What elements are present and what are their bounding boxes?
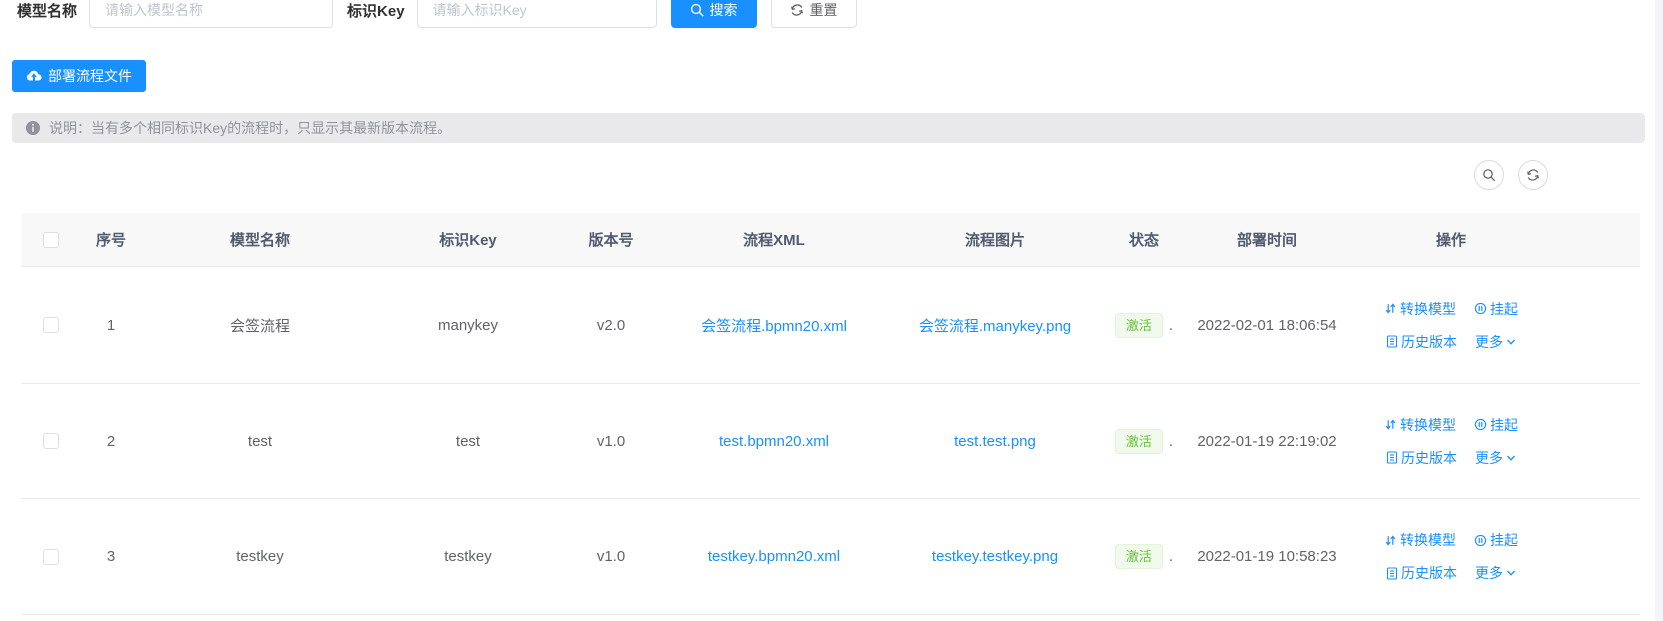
cell-deploy-time: 2022-01-19 22:19:02: [1182, 433, 1352, 450]
search-button-label: 搜索: [710, 0, 738, 20]
cell-version: v2.0: [558, 317, 664, 334]
key-input[interactable]: [417, 0, 657, 28]
more-dropdown-button[interactable]: 更多: [1475, 448, 1516, 468]
header-xml: 流程XML: [664, 229, 884, 250]
header-deploy-time: 部署时间: [1182, 229, 1352, 250]
more-dropdown-button[interactable]: 更多: [1475, 563, 1516, 583]
document-icon: [1386, 451, 1398, 464]
header-status: 状态: [1106, 229, 1182, 250]
cell-index: 1: [80, 317, 142, 334]
header-actions: 操作: [1352, 229, 1550, 250]
table-row: 1 会签流程 manykey v2.0 会签流程.bpmn20.xml 会签流程…: [21, 267, 1640, 384]
info-alert-text: 说明：当有多个相同标识Key的流程时，只显示其最新版本流程。: [49, 118, 451, 138]
cell-index: 2: [80, 433, 142, 450]
table-header-row: 序号 模型名称 标识Key 版本号 流程XML 流程图片 状态 部署时间 操作: [21, 213, 1640, 267]
document-icon: [1386, 335, 1398, 348]
page-scrollbar[interactable]: [1655, 0, 1663, 621]
xml-link[interactable]: testkey.bpmn20.xml: [708, 548, 840, 565]
history-versions-button[interactable]: 历史版本: [1386, 563, 1457, 583]
pause-circle-icon: [1474, 418, 1487, 431]
history-versions-button[interactable]: 历史版本: [1386, 332, 1457, 352]
table-row: 3 testkey testkey v1.0 testkey.bpmn20.xm…: [21, 499, 1640, 615]
suspend-button[interactable]: 挂起: [1474, 299, 1518, 319]
sort-arrows-icon: [1384, 302, 1397, 315]
cell-index: 3: [80, 548, 142, 565]
row-checkbox[interactable]: [43, 549, 59, 565]
more-dropdown-button[interactable]: 更多: [1475, 332, 1516, 352]
table-toolbar: [1474, 160, 1548, 190]
status-badge: 激活: [1115, 313, 1163, 338]
reset-button-label: 重置: [810, 0, 838, 20]
info-alert: 说明：当有多个相同标识Key的流程时，只显示其最新版本流程。: [12, 113, 1645, 143]
header-version: 版本号: [558, 229, 664, 250]
convert-model-button[interactable]: 转换模型: [1384, 530, 1456, 550]
header-key: 标识Key: [378, 229, 558, 250]
search-button[interactable]: 搜索: [671, 0, 757, 28]
cell-deploy-time: 2022-02-01 18:06:54: [1182, 317, 1352, 334]
deploy-process-file-button[interactable]: 部署流程文件: [12, 60, 146, 92]
header-image: 流程图片: [884, 229, 1106, 250]
convert-model-button[interactable]: 转换模型: [1384, 415, 1456, 435]
search-icon: [1482, 168, 1496, 182]
key-label: 标识Key: [347, 0, 405, 21]
status-dot: .: [1169, 317, 1173, 334]
cell-model-name: 会签流程: [142, 315, 378, 336]
info-icon: [25, 120, 41, 136]
cell-actions: 转换模型 挂起 历史版本 更多: [1352, 415, 1550, 468]
toggle-search-button[interactable]: [1474, 160, 1504, 190]
sort-arrows-icon: [1384, 534, 1397, 547]
cell-key: test: [378, 433, 558, 450]
document-icon: [1386, 567, 1398, 580]
cell-key: manykey: [378, 317, 558, 334]
cloud-upload-icon: [26, 69, 42, 83]
chevron-down-icon: [1506, 453, 1516, 463]
status-dot: .: [1169, 548, 1173, 565]
row-checkbox[interactable]: [43, 433, 59, 449]
model-name-label: 模型名称: [17, 0, 77, 21]
image-link[interactable]: testkey.testkey.png: [932, 548, 1058, 565]
status-badge: 激活: [1115, 429, 1163, 454]
cell-key: testkey: [378, 548, 558, 565]
search-icon: [690, 3, 704, 17]
cell-actions: 转换模型 挂起 历史版本 更多: [1352, 530, 1550, 583]
status-badge: 激活: [1115, 544, 1163, 569]
table-row: 2 test test v1.0 test.bpmn20.xml test.te…: [21, 384, 1640, 499]
pause-circle-icon: [1474, 534, 1487, 547]
cell-model-name: test: [142, 433, 378, 450]
reset-button[interactable]: 重置: [771, 0, 857, 28]
deploy-button-label: 部署流程文件: [48, 66, 132, 86]
header-model-name: 模型名称: [142, 229, 378, 250]
xml-link[interactable]: test.bpmn20.xml: [719, 433, 829, 450]
header-index: 序号: [80, 229, 142, 250]
model-name-input[interactable]: [89, 0, 333, 28]
select-all-checkbox[interactable]: [43, 232, 59, 248]
search-form: 模型名称 标识Key 搜索 重置: [17, 0, 857, 28]
history-versions-button[interactable]: 历史版本: [1386, 448, 1457, 468]
refresh-icon: [1526, 168, 1540, 182]
sort-arrows-icon: [1384, 418, 1397, 431]
suspend-button[interactable]: 挂起: [1474, 415, 1518, 435]
chevron-down-icon: [1506, 337, 1516, 347]
cell-deploy-time: 2022-01-19 10:58:23: [1182, 548, 1352, 565]
cell-version: v1.0: [558, 548, 664, 565]
image-link[interactable]: test.test.png: [954, 433, 1036, 450]
chevron-down-icon: [1506, 568, 1516, 578]
pause-circle-icon: [1474, 302, 1487, 315]
image-link[interactable]: 会签流程.manykey.png: [919, 315, 1071, 336]
refresh-icon: [790, 3, 804, 17]
cell-version: v1.0: [558, 433, 664, 450]
refresh-table-button[interactable]: [1518, 160, 1548, 190]
cell-model-name: testkey: [142, 548, 378, 565]
status-dot: .: [1169, 433, 1173, 450]
suspend-button[interactable]: 挂起: [1474, 530, 1518, 550]
convert-model-button[interactable]: 转换模型: [1384, 299, 1456, 319]
row-checkbox[interactable]: [43, 317, 59, 333]
cell-actions: 转换模型 挂起 历史版本 更多: [1352, 299, 1550, 352]
process-definition-table: 序号 模型名称 标识Key 版本号 流程XML 流程图片 状态 部署时间 操作 …: [21, 213, 1640, 615]
xml-link[interactable]: 会签流程.bpmn20.xml: [701, 315, 847, 336]
